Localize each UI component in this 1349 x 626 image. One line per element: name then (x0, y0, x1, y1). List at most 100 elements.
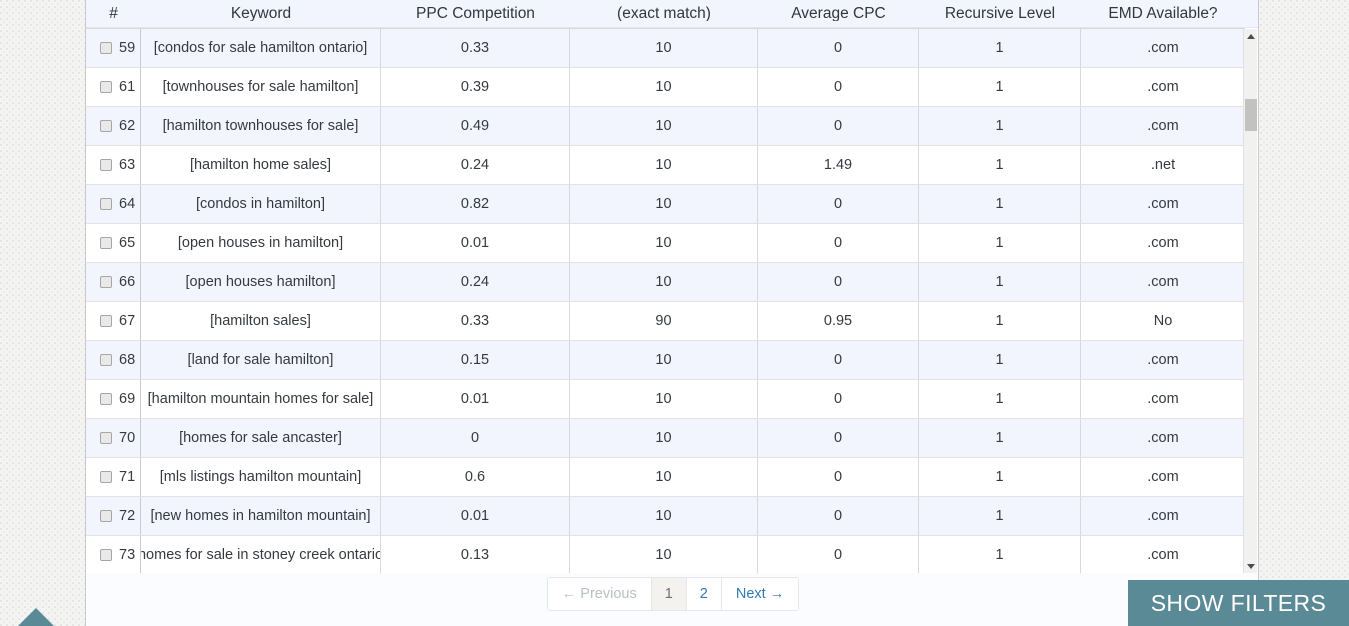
table-row[interactable]: 59 [condos for sale hamilton ontario] 0.33… (86, 29, 1245, 68)
column-header-index[interactable]: # (86, 6, 141, 22)
cell-ppc-competition: 0.39 (381, 68, 570, 106)
row-select-checkbox[interactable] (100, 276, 112, 288)
table-vertical-scrollbar[interactable] (1243, 29, 1257, 573)
cell-average-cpc: 0 (758, 263, 919, 301)
cell-recursive-level: 1 (919, 536, 1081, 573)
cell-ppc-competition: 0.6 (381, 458, 570, 496)
cell-emd-available: .com (1147, 39, 1179, 56)
table-scroll-viewport[interactable]: 59 [condos for sale hamilton ontario] 0.33… (86, 28, 1258, 573)
pagination-previous-button[interactable]: ← Previous (547, 578, 652, 610)
cell-keyword: [homes for sale in stoney creek ontario] (141, 536, 381, 573)
row-index-label: 66 (119, 273, 136, 290)
pagination-page-2-button[interactable]: 2 (686, 578, 722, 610)
cell-row-index: 62 (86, 107, 141, 145)
table-row[interactable]: 71 [mls listings hamilton mountain] 0.6 10 0… (86, 458, 1245, 497)
row-select-checkbox[interactable] (100, 42, 112, 54)
table-row[interactable]: 61 [townhouses for sale hamilton] 0.39 10 0 1… (86, 68, 1245, 107)
cell-ppc-competition: 0.24 (381, 146, 570, 184)
cell-ppc-competition: 0.82 (381, 185, 570, 223)
scroll-down-arrow-icon[interactable] (1244, 559, 1258, 573)
cell-keyword: [mls listings hamilton mountain] (141, 458, 381, 496)
cell-average-cpc: 0 (758, 107, 919, 145)
table-row[interactable]: 69 [hamilton mountain homes for sale] 0.01… (86, 380, 1245, 419)
row-select-checkbox[interactable] (100, 471, 112, 483)
cell-exact-match: 10 (570, 458, 758, 496)
table-row[interactable]: 73 [homes for sale in stoney creek ontari… (86, 536, 1245, 573)
row-select-checkbox[interactable] (100, 510, 112, 522)
column-header-keyword[interactable]: Keyword (141, 6, 381, 22)
scrollbar-thumb[interactable] (1244, 99, 1257, 131)
row-select-checkbox[interactable] (100, 198, 112, 210)
cell-recursive-level: 1 (919, 341, 1081, 379)
cell-row-index: 69 (86, 380, 141, 418)
cell-row-index: 66 (86, 263, 141, 301)
cell-exact-match: 10 (570, 497, 758, 535)
table-row[interactable]: 63 [hamilton home sales] 0.24 10 1.49 1 .net (86, 146, 1245, 185)
cell-exact-match: 10 (570, 536, 758, 573)
table-row[interactable]: 70 [homes for sale ancaster] 0 10 0 1 .com (86, 419, 1245, 458)
cell-emd-available: .com (1147, 546, 1179, 563)
cell-average-cpc: 0 (758, 29, 919, 67)
table-row[interactable]: 65 [open houses in hamilton] 0.01 10 0 1 .com (86, 224, 1245, 263)
cell-row-index: 71 (86, 458, 141, 496)
row-select-checkbox[interactable] (100, 159, 112, 171)
cell-average-cpc: 0 (758, 185, 919, 223)
cell-exact-match: 10 (570, 146, 758, 184)
row-select-checkbox[interactable] (100, 393, 112, 405)
show-filters-button[interactable]: SHOW FILTERS (1128, 580, 1349, 626)
cell-ppc-competition: 0.01 (381, 380, 570, 418)
cell-keyword: [townhouses for sale hamilton] (141, 68, 381, 106)
cell-recursive-level: 1 (919, 29, 1081, 67)
row-select-checkbox[interactable] (100, 120, 112, 132)
cell-row-index: 70 (86, 419, 141, 457)
cell-row-index: 63 (86, 146, 141, 184)
cell-ppc-competition: 0.15 (381, 341, 570, 379)
row-select-checkbox[interactable] (100, 81, 112, 93)
row-select-checkbox[interactable] (100, 315, 112, 327)
pagination-next-button[interactable]: Next → (721, 578, 799, 610)
column-header-ppc-competition[interactable]: PPC Competition (381, 6, 570, 22)
cell-recursive-level: 1 (919, 263, 1081, 301)
cell-ppc-competition: 0.24 (381, 263, 570, 301)
cell-row-index: 59 (86, 29, 141, 67)
cell-keyword: [land for sale hamilton] (141, 341, 381, 379)
cell-ppc-competition: 0.33 (381, 302, 570, 340)
cell-recursive-level: 1 (919, 185, 1081, 223)
cell-recursive-level: 1 (919, 68, 1081, 106)
cell-emd-available: .com (1147, 390, 1179, 407)
cell-exact-match: 10 (570, 419, 758, 457)
cell-recursive-level: 1 (919, 224, 1081, 262)
cell-emd-available: .com (1147, 351, 1179, 368)
cell-row-index: 72 (86, 497, 141, 535)
row-select-checkbox[interactable] (100, 432, 112, 444)
table-row[interactable]: 67 [hamilton sales] 0.33 90 0.95 1 No (86, 302, 1245, 341)
column-header-recursive-level[interactable]: Recursive Level (919, 6, 1081, 22)
table-row[interactable]: 66 [open houses hamilton] 0.24 10 0 1 .com (86, 263, 1245, 302)
cell-average-cpc: 0 (758, 341, 919, 379)
row-select-checkbox[interactable] (100, 549, 112, 561)
row-select-checkbox[interactable] (100, 237, 112, 249)
cell-recursive-level: 1 (919, 419, 1081, 457)
cell-average-cpc: 0 (758, 68, 919, 106)
table-row[interactable]: 62 [hamilton townhouses for sale] 0.49 10 0 1… (86, 107, 1245, 146)
row-index-label: 69 (119, 390, 136, 407)
cell-emd-available: .com (1147, 429, 1179, 446)
row-index-label: 64 (119, 195, 136, 212)
cell-exact-match: 10 (570, 341, 758, 379)
scrollbar-track[interactable] (1244, 43, 1258, 559)
scroll-to-top-button[interactable] (18, 608, 54, 626)
row-index-label: 67 (119, 312, 136, 329)
table-row[interactable]: 72 [new homes in hamilton mountain] 0.01 10… (86, 497, 1245, 536)
table-row[interactable]: 68 [land for sale hamilton] 0.15 10 0 1 .com (86, 341, 1245, 380)
column-header-exact-match[interactable]: (exact match) (570, 6, 758, 22)
cell-emd-available: .com (1147, 273, 1179, 290)
table-row[interactable]: 64 [condos in hamilton] 0.82 10 0 1 .com (86, 185, 1245, 224)
cell-keyword: [condos for sale hamilton ontario] (141, 29, 381, 67)
column-header-emd-available[interactable]: EMD Available? (1081, 6, 1245, 22)
table-body: 59 [condos for sale hamilton ontario] 0.33… (86, 28, 1245, 573)
cell-average-cpc: 0 (758, 458, 919, 496)
column-header-average-cpc[interactable]: Average CPC (758, 6, 919, 22)
row-select-checkbox[interactable] (100, 354, 112, 366)
pagination-page-1-button[interactable]: 1 (651, 578, 687, 610)
scroll-up-arrow-icon[interactable] (1244, 29, 1258, 43)
